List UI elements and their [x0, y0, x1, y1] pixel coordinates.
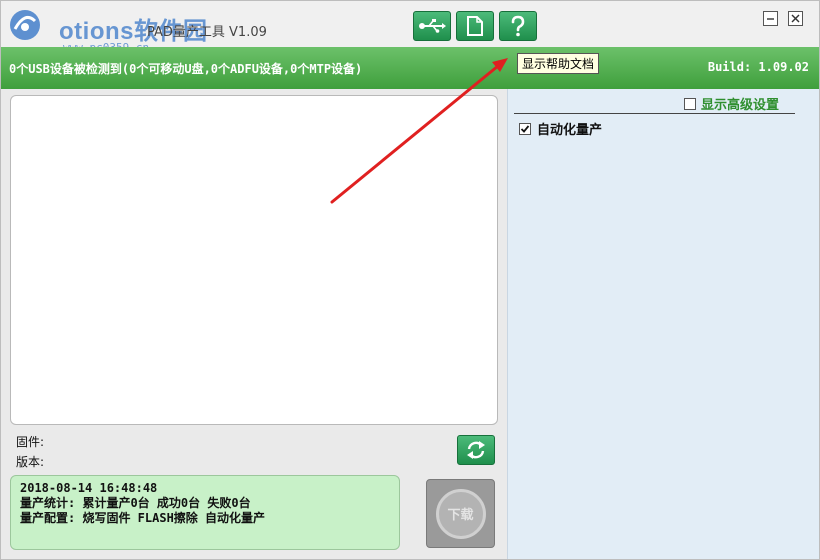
- download-button-label: 下载: [435, 488, 486, 539]
- refresh-icon: [467, 441, 485, 459]
- status-bar: 0个USB设备被检测到(0个可移动U盘,0个ADFU设备,0个MTP设备) Bu…: [1, 47, 819, 89]
- advanced-settings-label: 显示高级设置: [701, 98, 780, 113]
- usb-icon: [419, 19, 446, 33]
- usb-button[interactable]: [413, 11, 451, 41]
- auto-production-label: 自动化量产: [537, 123, 603, 138]
- document-button[interactable]: [456, 11, 494, 41]
- refresh-button[interactable]: [457, 435, 495, 465]
- advanced-settings-checkbox[interactable]: 显示高级设置: [684, 94, 779, 113]
- minimize-button[interactable]: [763, 11, 778, 26]
- app-title: PAD量产工具 V1.09: [147, 25, 267, 40]
- document-icon: [467, 16, 483, 36]
- close-icon: [791, 14, 800, 23]
- version-label: 版本:: [16, 455, 45, 469]
- auto-production-checkbox[interactable]: 自动化量产: [519, 119, 602, 138]
- close-button[interactable]: [788, 11, 803, 26]
- download-button[interactable]: 下载: [426, 479, 495, 548]
- app-logo-icon: [10, 10, 40, 40]
- production-stats-box: 2018-08-14 16:48:48 量产统计: 累计量产0台 成功0台 失败…: [10, 475, 400, 550]
- stats-config: 量产配置: 烧写固件 FLASH擦除 自动化量产: [20, 511, 266, 525]
- build-version: Build: 1.09.02: [707, 60, 809, 74]
- firmware-label: 固件:: [16, 435, 45, 449]
- log-area[interactable]: [10, 95, 498, 425]
- device-status-text: 0个USB设备被检测到(0个可移动U盘,0个ADFU设备,0个MTP设备): [9, 62, 363, 76]
- stats-production: 量产统计: 累计量产0台 成功0台 失败0台: [20, 496, 251, 510]
- checkbox-checked-icon: [519, 122, 531, 135]
- help-button[interactable]: [499, 11, 537, 41]
- minimize-icon: [767, 18, 774, 20]
- help-tooltip: 显示帮助文档: [517, 53, 600, 74]
- app-window: otions软件园 www.pc0359.cn PAD量产工具 V1.09: [0, 0, 820, 560]
- title-bar: otions软件园 www.pc0359.cn PAD量产工具 V1.09: [1, 1, 819, 54]
- settings-divider: [514, 113, 795, 114]
- checkbox-unchecked-icon: [684, 97, 696, 110]
- stats-timestamp: 2018-08-14 16:48:48: [20, 481, 158, 495]
- settings-pane: 显示高级设置 自动化量产: [507, 89, 819, 559]
- question-icon: [511, 15, 525, 37]
